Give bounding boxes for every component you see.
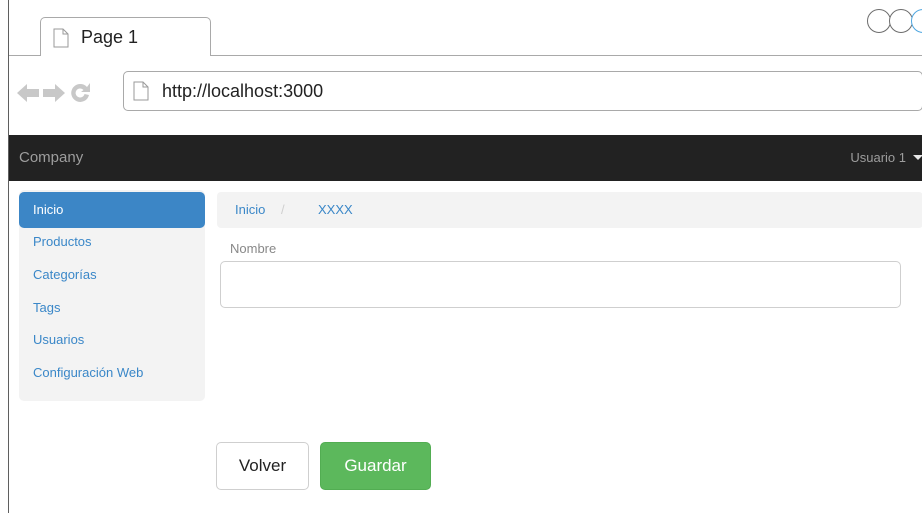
nombre-input[interactable] <box>220 261 901 308</box>
tab-strip: Page 1 <box>9 0 922 57</box>
breadcrumb-home-link[interactable]: Inicio <box>235 192 265 228</box>
sidebar-item-configuracion-web[interactable]: Configuración Web <box>19 355 205 391</box>
sidebar-item-inicio[interactable]: Inicio <box>19 192 205 228</box>
back-arrow-icon[interactable] <box>17 84 43 107</box>
nombre-label: Nombre <box>230 241 277 256</box>
address-bar[interactable]: http://localhost:3000 <box>123 71 922 111</box>
sidebar-item-tags[interactable]: Tags <box>19 290 205 326</box>
minimize-button[interactable] <box>867 9 891 33</box>
maximize-button[interactable] <box>889 9 913 33</box>
close-button[interactable] <box>911 9 922 33</box>
nav-buttons <box>17 82 95 109</box>
page-icon <box>133 81 149 106</box>
user-dropdown[interactable]: Usuario 1 <box>850 150 922 165</box>
brand-link[interactable]: Company <box>19 149 83 166</box>
volver-button[interactable]: Volver <box>216 442 309 490</box>
breadcrumb: Inicio / XXXX <box>217 192 922 228</box>
sidebar-item-productos[interactable]: Productos <box>19 224 205 260</box>
window-controls <box>867 9 922 33</box>
sidebar: Inicio Productos Categorías Tags Usuario… <box>19 190 205 401</box>
address-row: http://localhost:3000 <box>9 56 922 135</box>
url-text: http://localhost:3000 <box>162 81 324 101</box>
caret-down-icon <box>913 155 922 160</box>
tab-title: Page 1 <box>81 27 139 47</box>
guardar-button[interactable]: Guardar <box>320 442 431 490</box>
breadcrumb-current[interactable]: XXXX <box>318 192 353 228</box>
breadcrumb-separator: / <box>281 202 285 217</box>
top-navbar: Company Usuario 1 <box>9 135 922 181</box>
browser-tab[interactable]: Page 1 <box>40 17 211 57</box>
reload-icon[interactable] <box>69 82 95 109</box>
sidebar-item-usuarios[interactable]: Usuarios <box>19 322 205 358</box>
user-name: Usuario 1 <box>850 150 906 165</box>
browser-window: Page 1 http://localhost:3000 Company Usu… <box>8 0 922 513</box>
forward-arrow-icon[interactable] <box>43 84 69 107</box>
sidebar-item-categorias[interactable]: Categorías <box>19 257 205 293</box>
page-icon <box>53 28 69 53</box>
